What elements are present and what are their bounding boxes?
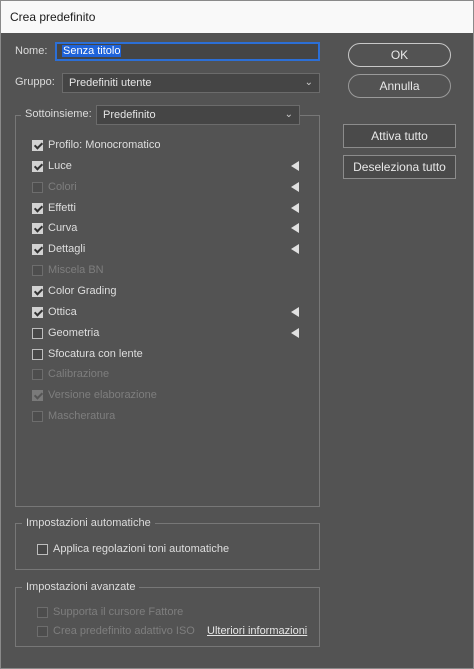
subset-item-colori[interactable]: Colori	[32, 180, 77, 194]
preset-name-value: Senza titolo	[62, 45, 122, 57]
auto-settings-title: Impostazioni automatiche	[22, 517, 155, 529]
subset-item-label: Profilo: Monocromatico	[48, 139, 161, 151]
subset-item-label: Calibrazione	[48, 368, 110, 380]
checkbox-icon	[37, 625, 48, 637]
subset-item-mascheratura[interactable]: Mascheratura	[32, 409, 115, 423]
subset-item-label: Geometria	[48, 327, 100, 339]
subset-item-miscela-bn[interactable]: Miscela BN	[32, 263, 104, 277]
support-amount-checkbox[interactable]: Supporta il cursore Fattore	[37, 605, 183, 619]
checkmark-icon	[32, 389, 43, 401]
check-all-button[interactable]: Attiva tutto	[343, 124, 456, 148]
checkbox-icon	[32, 410, 43, 422]
triangle-left-icon[interactable]	[291, 328, 299, 338]
group-dropdown[interactable]: Predefiniti utente ⌄	[62, 73, 320, 93]
checkbox-icon	[32, 368, 43, 380]
subset-item-sfocatura-con-lente[interactable]: Sfocatura con lente	[32, 347, 143, 361]
checkmark-icon	[32, 222, 43, 234]
subset-item-label: Effetti	[48, 202, 76, 214]
triangle-left-icon[interactable]	[291, 161, 299, 171]
apply-auto-tone-label: Applica regolazioni toni automatiche	[53, 543, 230, 555]
checkbox-icon	[32, 264, 43, 276]
triangle-left-icon[interactable]	[291, 203, 299, 213]
triangle-left-icon[interactable]	[291, 244, 299, 254]
checkmark-icon	[32, 243, 43, 255]
subset-item-color-grading[interactable]: Color Grading	[32, 284, 116, 298]
triangle-left-icon[interactable]	[291, 307, 299, 317]
checkmark-icon	[32, 202, 43, 214]
cancel-button[interactable]: Annulla	[348, 74, 451, 98]
title-bar: Crea predefinito	[1, 1, 473, 33]
subset-item-versione-elaborazione[interactable]: Versione elaborazione	[32, 388, 157, 402]
support-amount-label: Supporta il cursore Fattore	[53, 606, 184, 618]
subset-item-ottica[interactable]: Ottica	[32, 305, 77, 319]
group-dropdown-value: Predefiniti utente	[69, 77, 152, 89]
subset-item-label: Ottica	[48, 306, 77, 318]
subset-item-label: Luce	[48, 160, 72, 172]
subset-item-dettagli[interactable]: Dettagli	[32, 242, 85, 256]
checkbox-icon	[32, 348, 43, 360]
subset-item-label: Curva	[48, 222, 78, 234]
create-preset-dialog: Crea predefinito Nome: Senza titolo Grup…	[0, 0, 474, 669]
chevron-down-icon: ⌄	[304, 77, 313, 88]
checkbox-icon	[32, 327, 43, 339]
name-label: Nome:	[15, 45, 48, 57]
chevron-down-icon: ⌄	[284, 109, 293, 120]
subset-item-luce[interactable]: Luce	[32, 159, 72, 173]
preset-name-input[interactable]: Senza titolo	[55, 42, 320, 61]
subset-item-label: Colori	[48, 181, 77, 193]
subset-dropdown[interactable]: Predefinito ⌄	[96, 105, 300, 125]
subset-label: Sottoinsieme:	[21, 108, 96, 120]
checkmark-icon	[32, 139, 43, 151]
subset-item-effetti[interactable]: Effetti	[32, 201, 76, 215]
subset-item-label: Color Grading	[48, 285, 117, 297]
subset-item-label: Miscela BN	[48, 264, 104, 276]
apply-auto-tone-checkbox[interactable]: Applica regolazioni toni automatiche	[37, 542, 229, 556]
adaptive-preset-label: Crea predefinito adattivo ISO	[53, 625, 195, 637]
subset-item-calibrazione[interactable]: Calibrazione	[32, 367, 109, 381]
window-title: Crea predefinito	[10, 10, 96, 24]
checkbox-icon	[37, 543, 48, 555]
subset-item-label: Dettagli	[48, 243, 86, 255]
more-info-link[interactable]: Ulteriori informazioni	[207, 625, 307, 637]
subset-item-label: Versione elaborazione	[48, 389, 157, 401]
checkbox-icon	[37, 606, 48, 618]
checkbox-icon	[32, 181, 43, 193]
uncheck-all-button[interactable]: Deseleziona tutto	[343, 155, 456, 179]
checkmark-icon	[32, 285, 43, 297]
adaptive-preset-checkbox[interactable]: Crea predefinito adattivo ISO	[37, 624, 195, 638]
subset-item-curva[interactable]: Curva	[32, 221, 77, 235]
checkmark-icon	[32, 306, 43, 318]
checkmark-icon	[32, 160, 43, 172]
dialog-body: Nome: Senza titolo Gruppo: Predefiniti u…	[1, 33, 473, 668]
triangle-left-icon[interactable]	[291, 182, 299, 192]
subset-item-geometria[interactable]: Geometria	[32, 326, 99, 340]
triangle-left-icon[interactable]	[291, 223, 299, 233]
ok-button[interactable]: OK	[348, 43, 451, 67]
advanced-settings-title: Impostazioni avanzate	[22, 581, 140, 593]
subset-dropdown-value: Predefinito	[103, 109, 156, 121]
group-label: Gruppo:	[15, 76, 55, 88]
subset-item-label: Sfocatura con lente	[48, 348, 143, 360]
subset-item-profilo-monocromatico[interactable]: Profilo: Monocromatico	[32, 138, 161, 152]
subset-item-label: Mascheratura	[48, 410, 116, 422]
